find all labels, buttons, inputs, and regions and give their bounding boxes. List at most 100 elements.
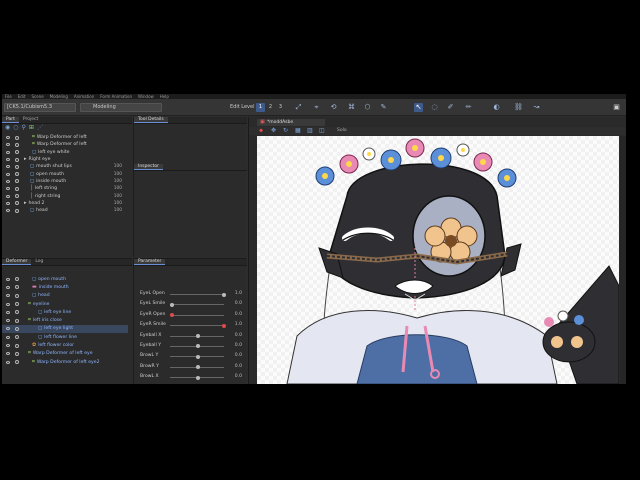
brush-tool-icon[interactable]: ✐ [446, 103, 455, 112]
tab-tool-details[interactable]: Tool Details [134, 117, 168, 123]
visibility-eye-icon[interactable] [6, 352, 10, 356]
part-tree-row[interactable]: ▸ Right eye [2, 156, 126, 163]
parameter-slider-knob[interactable] [196, 344, 200, 349]
parameter-slider-knob[interactable] [196, 365, 200, 370]
parameter-slider-knob[interactable] [196, 334, 200, 339]
lock-circle-icon[interactable] [15, 164, 19, 169]
reset-view-icon[interactable]: ◫ [319, 127, 325, 135]
part-tree-row[interactable]: ⌗ Warp Deformer of left [2, 134, 126, 141]
deform-tool-icon[interactable]: ⤢ [294, 103, 303, 112]
visibility-eye-icon[interactable] [6, 360, 10, 364]
curve-tool-icon[interactable]: ↝ [532, 103, 541, 112]
lasso-tool-icon[interactable]: ◌ [430, 103, 439, 112]
deformer-tree-row[interactable]: ◻ open mouth [2, 275, 128, 283]
edit-level-2-button[interactable]: 2 [266, 103, 275, 112]
pen-tool-icon[interactable]: ✏ [464, 103, 473, 112]
model-file-dropdown[interactable]: [CK5.1/Cubism5.3 [4, 103, 76, 112]
parameter-slider[interactable] [170, 304, 224, 306]
visibility-eye-icon[interactable] [6, 294, 10, 298]
lock-circle-icon[interactable] [15, 150, 19, 155]
lock-circle-icon[interactable] [15, 208, 19, 213]
parameter-slider-knob[interactable] [222, 323, 226, 328]
grid-icon[interactable]: ▦ [295, 127, 301, 135]
model-canvas[interactable] [257, 136, 619, 384]
transform-tool-icon[interactable]: ⌖ [312, 103, 321, 112]
move-icon[interactable]: ✥ [271, 127, 276, 135]
lock-circle-icon[interactable] [15, 326, 19, 331]
tab-log[interactable]: Log [31, 259, 47, 265]
view-tool-icon[interactable]: ◐ [492, 103, 501, 112]
new-part-icon[interactable]: ⊞ [29, 124, 34, 132]
lock-circle-icon[interactable] [15, 157, 19, 162]
lock-circle-icon[interactable] [15, 179, 19, 184]
deformer-tree-row[interactable]: ◻ left eye line [2, 308, 128, 316]
lock-circle-icon[interactable] [15, 186, 19, 191]
lock-circle-icon[interactable] [15, 293, 19, 298]
parameter-slider-knob[interactable] [170, 313, 174, 318]
visibility-eye-icon[interactable] [6, 335, 10, 339]
layout-icon[interactable]: ▥ [307, 127, 313, 135]
parameter-slider-knob[interactable] [170, 302, 174, 307]
part-tree-row[interactable]: ⌗ Warp Deformer of left [2, 141, 126, 148]
visibility-eye-icon[interactable] [6, 143, 10, 147]
parameter-slider[interactable] [170, 314, 224, 316]
lock-circle-icon[interactable] [15, 201, 19, 206]
lock-circle-icon[interactable] [15, 335, 19, 340]
deformer-tree-row[interactable]: ▬ inside mouth [2, 283, 128, 291]
visibility-eye-icon[interactable] [6, 302, 10, 306]
parameter-slider-knob[interactable] [196, 375, 200, 380]
lock-circle-icon[interactable] [15, 343, 19, 348]
visibility-eye-icon[interactable] [6, 310, 10, 314]
lock-circle-icon[interactable] [15, 172, 19, 177]
part-tree-row[interactable]: │ left string 100 [2, 185, 126, 192]
lock-circle-icon[interactable] [15, 302, 19, 307]
tab-deformer[interactable]: Deformer [2, 259, 32, 265]
visibility-eye-icon[interactable] [6, 194, 10, 198]
visibility-eye-icon[interactable] [6, 150, 10, 154]
deformer-tree-row[interactable]: ⌗ Warp Deformer of left eye2 [2, 358, 128, 366]
part-tree-row[interactable]: ◻ left eye white [2, 149, 126, 156]
lock-circle-icon[interactable] [15, 351, 19, 356]
lock-circle-icon[interactable] [15, 194, 19, 199]
deformer-tree-row[interactable]: ⌗ left iris close [2, 316, 128, 324]
visibility-eye-icon[interactable] [6, 285, 10, 289]
eye-toggle-icon[interactable]: ◉ [5, 124, 10, 132]
arrow-select-tool-icon[interactable]: ↖ [414, 103, 423, 112]
visibility-eye-icon[interactable] [6, 172, 10, 176]
tab-inspector[interactable]: Inspector [134, 164, 163, 170]
deformer-tree-row[interactable]: ◻ left flower line [2, 333, 128, 341]
visibility-eye-icon[interactable] [6, 136, 10, 140]
visibility-eye-icon[interactable] [6, 277, 10, 281]
lock-circle-icon[interactable] [15, 310, 19, 315]
tab-project[interactable]: Project [19, 117, 42, 123]
new-deformer-icon[interactable]: ⋰ [37, 124, 43, 132]
deformer-tree-row[interactable]: ◻ head [2, 292, 128, 300]
solo-toggle[interactable]: Solo [337, 128, 347, 134]
part-tree-row[interactable]: ◻ open mouth 100 [2, 170, 126, 177]
parameter-slider-knob[interactable] [196, 354, 200, 359]
deformer-tree-row[interactable]: ✿ left flower color [2, 341, 128, 349]
parameter-slider-knob[interactable] [222, 292, 226, 297]
visibility-eye-icon[interactable] [6, 327, 10, 331]
filter-icon[interactable]: ⚲ [22, 124, 26, 132]
tab-parameter[interactable]: Parameter [134, 259, 166, 265]
deformer-tree-row[interactable]: ⌗ eyeline [2, 300, 128, 308]
lock-toggle-icon[interactable]: ○ [13, 124, 18, 132]
lock-circle-icon[interactable] [15, 142, 19, 147]
visibility-eye-icon[interactable] [6, 344, 10, 348]
part-tree-row[interactable]: │ right string 100 [2, 192, 126, 199]
parameter-slider[interactable] [170, 294, 224, 295]
visibility-eye-icon[interactable] [6, 158, 10, 162]
visibility-eye-icon[interactable] [6, 165, 10, 169]
edit-level-1-button[interactable]: 1 [256, 103, 265, 112]
part-tree-row[interactable]: ◻ head 100 [2, 207, 126, 214]
tab-part[interactable]: Part [2, 117, 19, 123]
parameter-slider[interactable] [170, 325, 224, 327]
visibility-eye-icon[interactable] [6, 319, 10, 323]
stroke-tool-icon[interactable]: ✎ [379, 103, 388, 112]
panel-toggle-icon[interactable]: ▣ [612, 103, 621, 112]
edit-level-3-button[interactable]: 3 [276, 103, 285, 112]
pin-icon[interactable]: ⬥ [259, 127, 263, 135]
part-tree-row[interactable]: ▸ head 2 100 [2, 200, 126, 207]
glue-tool-icon[interactable]: ⌘ [347, 103, 356, 112]
